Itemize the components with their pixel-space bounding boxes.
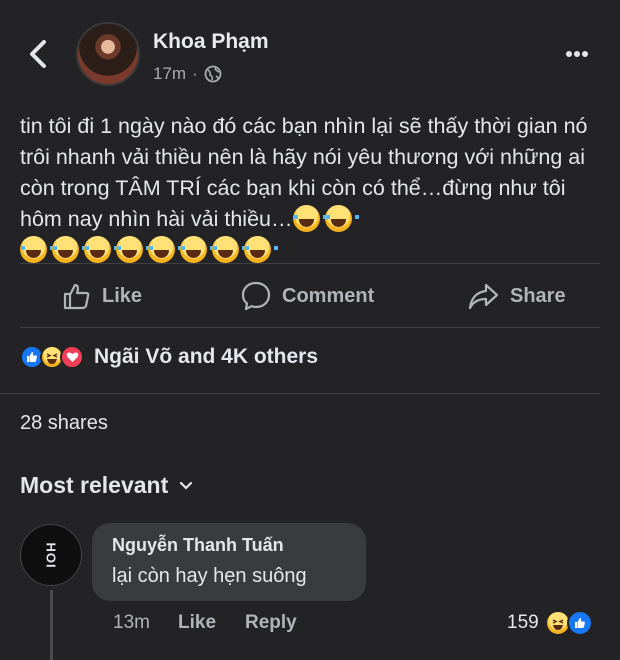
- reaction-icons: [20, 345, 84, 369]
- comment-time: 13m: [113, 612, 150, 633]
- comment-text: lại còn hay hẹn suông: [112, 565, 307, 587]
- divider: [20, 327, 600, 328]
- divider: [0, 393, 600, 394]
- thread-line: [50, 590, 53, 660]
- divider: [20, 263, 600, 264]
- laughing-crying-emoji: [212, 236, 246, 263]
- laughing-crying-emoji: [20, 236, 54, 263]
- chevron-left-icon: [30, 40, 46, 68]
- laughing-crying-emoji: [324, 205, 359, 232]
- comment-reaction-count: 159: [507, 612, 539, 633]
- thumb-glyph-icon: [574, 618, 585, 628]
- like-icon: [566, 610, 593, 636]
- laughing-crying-emoji: [148, 236, 182, 263]
- post-text-block: tin tôi đi 1 ngày nào đó các bạn nhìn lạ…: [20, 111, 605, 266]
- laughing-crying-emoji: [84, 236, 118, 263]
- comment-sort-dropdown[interactable]: Most relevant: [20, 472, 194, 499]
- commenter-name[interactable]: Nguyễn Thanh Tuấn: [112, 535, 346, 556]
- haha-face-icon: [552, 619, 564, 630]
- heart-glyph-icon: [66, 352, 78, 362]
- post-meta: 17m ·: [153, 64, 222, 84]
- share-arrow-icon: [468, 283, 499, 310]
- thumb-glyph-icon: [27, 352, 37, 362]
- thumbs-up-icon: [63, 283, 90, 310]
- more-dots-icon: [566, 51, 572, 57]
- comment-bubble-icon: [241, 281, 271, 311]
- comment-reply-button[interactable]: Reply: [245, 610, 297, 636]
- like-button[interactable]: Like: [62, 280, 142, 312]
- back-button[interactable]: [22, 36, 54, 72]
- avatar-text: HOI: [43, 541, 59, 569]
- commenter-avatar[interactable]: HOI: [20, 524, 82, 586]
- author-avatar[interactable]: [76, 22, 140, 86]
- comment-bubble[interactable]: Nguyễn Thanh Tuấn lại còn hay hẹn suông: [92, 523, 366, 601]
- more-options-button[interactable]: [566, 44, 598, 64]
- laughing-crying-emoji: [52, 236, 86, 263]
- haha-face-icon: [46, 353, 58, 364]
- post-time[interactable]: 17m: [153, 64, 186, 84]
- laughing-crying-emoji: [292, 205, 327, 232]
- laughing-crying-emoji: [180, 236, 214, 263]
- love-icon: [60, 345, 84, 369]
- comment-like-button[interactable]: Like: [178, 610, 216, 636]
- more-dot: [574, 51, 580, 57]
- comment-label: Comment: [282, 284, 375, 307]
- comment-reactions[interactable]: 159: [507, 610, 593, 636]
- author-name[interactable]: Khoa Phạm: [153, 30, 269, 54]
- share-label: Share: [510, 284, 566, 307]
- reactions-summary-text: Ngãi Võ and 4K others: [94, 345, 319, 368]
- globe-icon: [204, 65, 222, 83]
- chevron-down-icon: [180, 481, 193, 490]
- sort-label: Most relevant: [20, 472, 169, 498]
- reactions-summary[interactable]: Ngãi Võ and 4K others: [20, 345, 318, 369]
- shares-count[interactable]: 28 shares: [20, 412, 108, 435]
- laughing-crying-emoji: [244, 236, 278, 263]
- share-button[interactable]: Share: [468, 280, 566, 312]
- laughing-crying-emoji: [116, 236, 150, 263]
- meta-separator: ·: [192, 64, 198, 83]
- comment-button[interactable]: Comment: [240, 280, 374, 312]
- more-dot: [582, 51, 588, 57]
- like-label: Like: [102, 284, 143, 307]
- comment-reaction-icons: [544, 610, 593, 636]
